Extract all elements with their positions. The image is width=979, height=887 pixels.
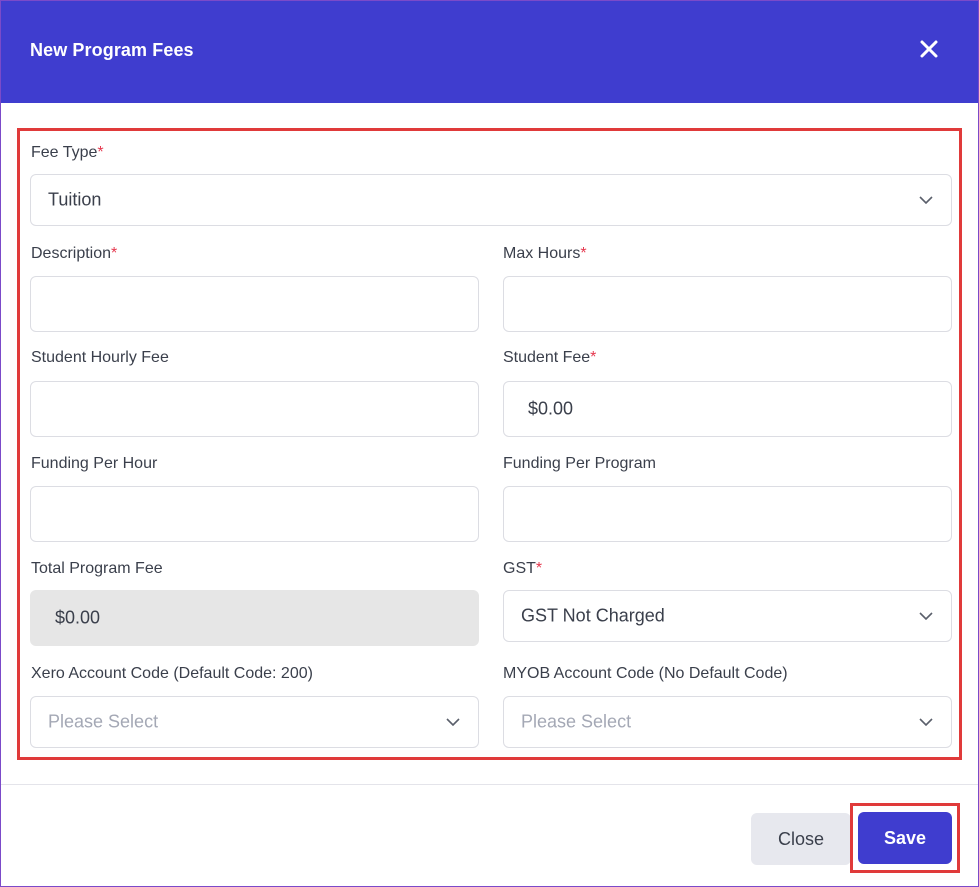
fee-type-value: Tuition (48, 189, 102, 210)
max-hours-label: Max Hours* (503, 245, 587, 262)
close-button[interactable]: Close (751, 813, 851, 865)
gst-select[interactable]: GST Not Charged (503, 590, 952, 642)
description-label: Description* (31, 245, 118, 262)
funding-per-hour-label: Funding Per Hour (31, 455, 158, 472)
dialog-header: New Program Fees (1, 1, 978, 103)
myob-account-code-select[interactable]: Please Select (503, 696, 952, 748)
xero-placeholder: Please Select (48, 711, 159, 732)
fee-type-label: Fee Type* (31, 144, 104, 161)
new-program-fees-dialog: New Program Fees Fee Type* Tuition Descr… (0, 0, 979, 887)
funding-per-hour-input[interactable] (30, 486, 479, 542)
total-program-fee-field: $0.00 (30, 590, 479, 646)
student-fee-input[interactable]: $0.00 (503, 381, 952, 437)
chevron-down-icon (919, 196, 933, 204)
chevron-down-icon (919, 612, 933, 620)
footer-divider (1, 784, 978, 785)
dialog-title: New Program Fees (30, 40, 194, 60)
chevron-down-icon (919, 718, 933, 726)
myob-account-code-label: MYOB Account Code (No Default Code) (503, 665, 788, 682)
description-input[interactable] (30, 276, 479, 332)
xero-account-code-select[interactable]: Please Select (30, 696, 479, 748)
total-program-fee-value: $0.00 (55, 607, 101, 628)
myob-placeholder: Please Select (521, 711, 632, 732)
gst-label: GST* (503, 560, 543, 577)
gst-value: GST Not Charged (521, 605, 665, 626)
student-hourly-fee-label: Student Hourly Fee (31, 349, 169, 366)
max-hours-input[interactable] (503, 276, 952, 332)
student-hourly-fee-input[interactable] (30, 381, 479, 437)
funding-per-program-input[interactable] (503, 486, 952, 542)
fee-type-select[interactable]: Tuition (30, 174, 952, 226)
chevron-down-icon (446, 718, 460, 726)
xero-account-code-label: Xero Account Code (Default Code: 200) (31, 665, 313, 682)
funding-per-program-label: Funding Per Program (503, 455, 656, 472)
student-fee-value: $0.00 (528, 398, 574, 419)
student-fee-label: Student Fee* (503, 349, 597, 366)
close-icon[interactable] (915, 35, 943, 63)
total-program-fee-label: Total Program Fee (31, 560, 163, 577)
save-button[interactable]: Save (858, 812, 952, 864)
